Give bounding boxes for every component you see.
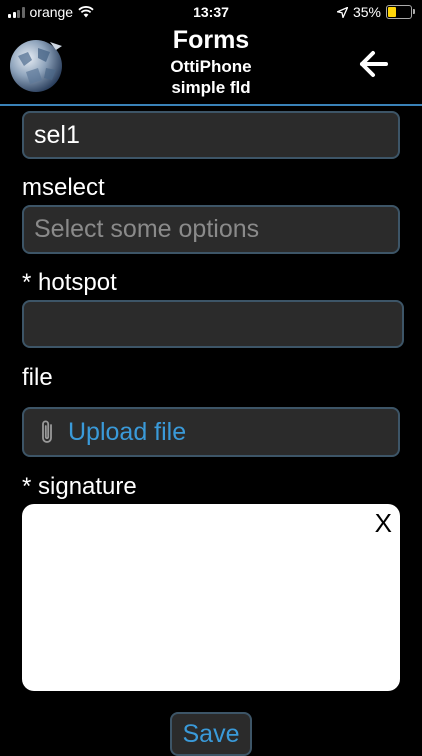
mselect-multiselect[interactable]: Select some options xyxy=(22,205,400,254)
page-subtitle-form: simple fld xyxy=(171,78,251,97)
hotspot-label: * hotspot xyxy=(22,269,117,296)
signature-pad[interactable]: X xyxy=(22,504,400,691)
app-header: Forms OttiPhone simple fld xyxy=(0,24,422,104)
save-button[interactable]: Save xyxy=(170,712,252,756)
battery-icon xyxy=(386,5,415,19)
battery-percent: 35% xyxy=(352,4,381,20)
upload-file-label: Upload file xyxy=(68,417,187,446)
file-label: file xyxy=(22,364,53,391)
signature-clear-button[interactable]: X xyxy=(375,508,392,539)
signature-label: * signature xyxy=(22,473,137,500)
header-divider xyxy=(0,104,422,106)
battery-fill xyxy=(388,7,396,17)
status-bar: orange 13:37 35% xyxy=(0,0,422,24)
location-arrow-icon xyxy=(336,6,348,18)
sel1-select[interactable]: sel1 xyxy=(22,111,400,159)
mselect-placeholder: Select some options xyxy=(34,215,260,243)
mselect-label: mselect xyxy=(22,174,105,201)
sel1-value: sel1 xyxy=(34,120,80,149)
paperclip-icon xyxy=(42,420,52,443)
hotspot-input[interactable] xyxy=(22,300,404,348)
upload-file-button[interactable]: Upload file xyxy=(22,407,400,457)
arrow-left-icon[interactable] xyxy=(358,48,390,80)
status-right: 35% xyxy=(336,4,415,20)
